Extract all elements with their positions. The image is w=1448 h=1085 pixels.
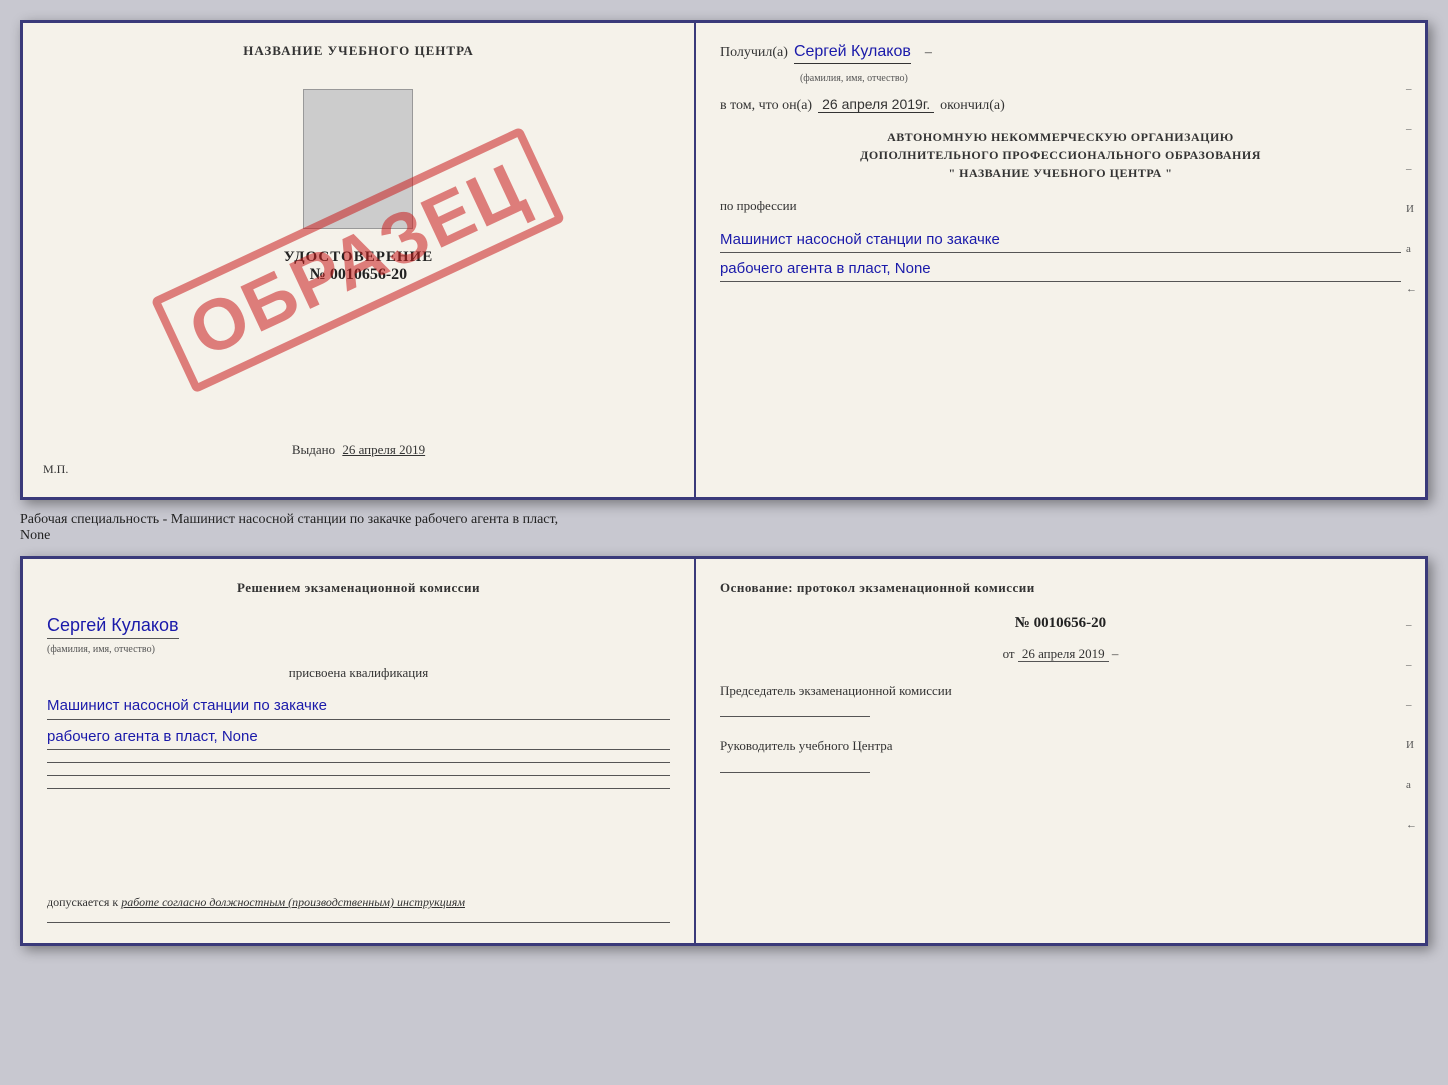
rukovoditel-block: Руководитель учебного Центра: [720, 737, 1401, 772]
dopuskaetsya-value: работе согласно должностным (производств…: [121, 895, 465, 909]
between-line2: None: [20, 528, 1428, 544]
dopuskaetsya-line: допускается к работе согласно должностны…: [47, 895, 670, 910]
profession-block: Машинист насосной станции по закачке раб…: [720, 224, 1401, 282]
protocol-num: № 0010656-20: [720, 615, 1401, 632]
bottom-left: Решением экзаменационной комиссии Сергей…: [23, 559, 696, 943]
predsedatel-signature-line: [720, 716, 870, 717]
qualification-line2: рабочего агента в пласт, None: [47, 724, 670, 751]
profession-line2: рабочего агента в пласт, None: [720, 257, 1401, 282]
udostoverenie-block: УДОСТОВЕРЕНИЕ № 0010656-20: [284, 249, 434, 284]
fio-hint-bottom: (фамилия, имя, отчество): [47, 644, 155, 655]
underline1: [47, 762, 670, 763]
fio-hint-top: (фамилия, имя, отчество): [800, 73, 908, 84]
underline4: [47, 922, 670, 923]
vydano-date: 26 апреля 2019: [342, 442, 425, 457]
osnovaniye-text: Основание: протокол экзаменационной коми…: [720, 579, 1401, 597]
org-block: АВТОНОМНУЮ НЕКОММЕРЧЕСКУЮ ОРГАНИЗАЦИЮ ДО…: [720, 128, 1401, 182]
prisvoena-text: присвоена квалификация: [47, 665, 670, 681]
rukovoditel-text: Руководитель учебного Центра: [720, 737, 1401, 755]
protocol-date: от 26 апреля 2019 –: [720, 646, 1401, 662]
bottom-document: Решением экзаменационной комиссии Сергей…: [20, 556, 1428, 946]
top-document: НАЗВАНИЕ УЧЕБНОГО ЦЕНТРА УДОСТОВЕРЕНИЕ №…: [20, 20, 1428, 500]
okonchil-label: окончил(а): [940, 98, 1005, 114]
predsedatel-text: Председатель экзаменационной комиссии: [720, 682, 1401, 700]
vtom-label: в том, что он(а): [720, 98, 812, 114]
page-wrapper: НАЗВАНИЕ УЧЕБНОГО ЦЕНТРА УДОСТОВЕРЕНИЕ №…: [20, 20, 1428, 946]
person-block: Сергей Кулаков (фамилия, имя, отчество): [47, 611, 670, 657]
protocol-date-label: от: [1003, 646, 1015, 661]
between-text: Рабочая специальность - Машинист насосно…: [20, 508, 1428, 548]
right-side-lines-bottom: – – – И а ←: [1406, 619, 1417, 831]
qualification-block: Машинист насосной станции по закачке раб…: [47, 689, 670, 750]
right-side-lines: – – – И а ←: [1406, 83, 1417, 295]
vydano-line: Выдано 26 апреля 2019: [292, 442, 425, 458]
qualification-line1: Машинист насосной станции по закачке: [47, 693, 670, 720]
vydano-label: Выдано: [292, 442, 335, 457]
doc-right: Получил(а) Сергей Кулаков – (фамилия, им…: [696, 23, 1425, 497]
mp-line: М.П.: [43, 462, 68, 477]
udostoverenie-title: УДОСТОВЕРЕНИЕ: [284, 249, 434, 266]
between-line1: Рабочая специальность - Машинист насосно…: [20, 512, 1428, 528]
udostoverenie-num: № 0010656-20: [284, 266, 434, 284]
photo-placeholder: [303, 89, 413, 229]
dopuskaetsya-label: допускается к: [47, 895, 118, 909]
recipient-line: Получил(а) Сергей Кулаков –: [720, 43, 1401, 64]
org-line1: АВТОНОМНУЮ НЕКОММЕРЧЕСКУЮ ОРГАНИЗАЦИЮ: [720, 128, 1401, 146]
rukovoditel-signature-line: [720, 772, 870, 773]
predsedatel-block: Председатель экзаменационной комиссии: [720, 682, 1401, 717]
org-line2: ДОПОЛНИТЕЛЬНОГО ПРОФЕССИОНАЛЬНОГО ОБРАЗО…: [720, 146, 1401, 164]
person-name: Сергей Кулаков: [47, 615, 179, 639]
recipient-name: Сергей Кулаков: [794, 43, 911, 64]
protocol-date-value: 26 апреля 2019: [1018, 646, 1109, 662]
top-doc-title: НАЗВАНИЕ УЧЕБНОГО ЦЕНТРА: [243, 43, 474, 59]
profession-line1: Машинист насосной станции по закачке: [720, 228, 1401, 253]
doc-left: НАЗВАНИЕ УЧЕБНОГО ЦЕНТРА УДОСТОВЕРЕНИЕ №…: [23, 23, 696, 497]
date-line: в том, что он(а) 26 апреля 2019г. окончи…: [720, 96, 1401, 114]
underline3: [47, 788, 670, 789]
po-professii-label: по профессии: [720, 198, 1401, 214]
bottom-right: Основание: протокол экзаменационной коми…: [696, 559, 1425, 943]
commission-title: Решением экзаменационной комиссии: [47, 579, 670, 597]
underline2: [47, 775, 670, 776]
poluchil-label: Получил(а): [720, 45, 788, 61]
org-line3: " НАЗВАНИЕ УЧЕБНОГО ЦЕНТРА ": [720, 164, 1401, 182]
date-value: 26 апреля 2019г.: [818, 96, 934, 113]
